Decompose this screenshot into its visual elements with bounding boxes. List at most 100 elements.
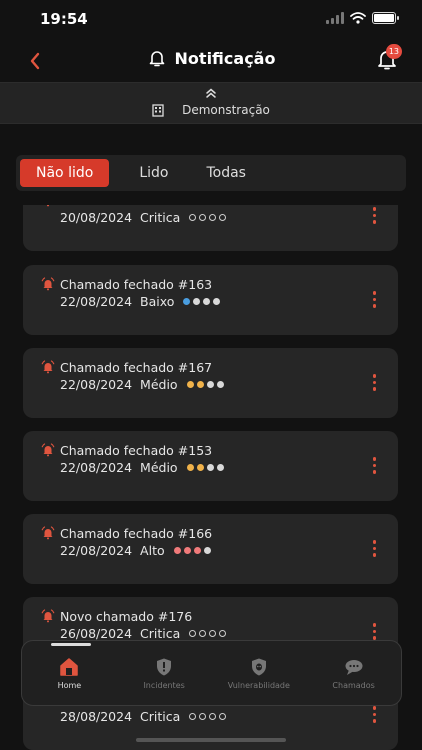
more-options-icon[interactable]: [372, 706, 376, 723]
home-icon: [60, 658, 79, 676]
nav-chamados-label: Chamados: [332, 681, 375, 690]
nav-home-label: Home: [57, 681, 82, 690]
wifi-icon: [350, 12, 366, 24]
notification-title: Chamado fechado #163: [60, 277, 213, 292]
notification-meta: 28/08/2024 Critica: [60, 709, 227, 724]
demo-selector[interactable]: Demonstração: [0, 82, 422, 124]
severity-dot: [186, 464, 194, 471]
active-tab-indicator: [51, 643, 91, 646]
double-chevron-up-icon: [206, 88, 216, 98]
severity-dot: [203, 547, 211, 554]
bell-alert-icon: [47, 205, 49, 207]
severity-dot: [209, 214, 217, 221]
nav-vulnerabilidade[interactable]: Vulnerabilidade: [212, 641, 307, 705]
nav-home[interactable]: Home: [22, 641, 117, 705]
severity-dot: [196, 381, 204, 388]
severity-dot: [219, 630, 227, 637]
nav-chamados[interactable]: Chamados: [306, 641, 401, 705]
severity-dot: [206, 381, 214, 388]
bug-icon: [251, 658, 266, 676]
bell-alert-icon: [41, 277, 55, 291]
notification-count-badge: 13: [385, 44, 402, 59]
bottom-navigation: Home Incidentes Vulnerabilidade Chamados: [21, 640, 402, 706]
notification-date: 22/08/2024: [60, 460, 133, 475]
notification-meta: 22/08/2024 Alto: [60, 543, 211, 558]
severity-dot: [209, 713, 217, 720]
more-options-icon[interactable]: [372, 374, 376, 391]
demo-row: Demonstração: [0, 103, 422, 117]
notification-title: Alarme fechado #30349: [60, 205, 213, 208]
severity-dot: [216, 381, 224, 388]
notification-card[interactable]: Chamado fechado #167 22/08/2024 Médio: [23, 348, 398, 418]
notification-card[interactable]: Chamado fechado #163 22/08/2024 Baixo: [23, 265, 398, 335]
severity-dot: [199, 630, 207, 637]
header-title-group: Notificação: [0, 48, 422, 68]
severity-dots: [173, 547, 211, 554]
page-title: Notificação: [174, 48, 276, 68]
notification-title: Chamado fechado #153: [60, 443, 213, 458]
severity-dot: [219, 713, 227, 720]
severity-dot: [173, 547, 181, 554]
severity-dot: [203, 298, 211, 305]
severity-dot: [219, 214, 227, 221]
severity-dots: [186, 381, 224, 388]
severity-dot: [199, 214, 207, 221]
severity-dot: [199, 713, 207, 720]
tab-nao-lido[interactable]: Não lido: [20, 159, 110, 187]
severity-dot: [189, 214, 197, 221]
more-options-icon[interactable]: [372, 623, 376, 640]
severity-dot: [196, 464, 204, 471]
notifications-button[interactable]: 13: [374, 44, 402, 74]
notification-meta: 22/08/2024 Médio: [60, 460, 224, 475]
severity-dot: [206, 464, 214, 471]
notification-date: 22/08/2024: [60, 294, 133, 309]
bell-alert-icon: [41, 443, 55, 457]
notification-card[interactable]: Chamado fechado #153 22/08/2024 Médio: [23, 431, 398, 501]
tab-todas[interactable]: Todas: [190, 159, 262, 187]
notification-card[interactable]: Chamado fechado #166 22/08/2024 Alto: [23, 514, 398, 584]
filter-tabs: Não lido Lido Todas: [16, 155, 406, 191]
status-time: 19:54: [40, 10, 88, 28]
building-icon: [152, 103, 164, 117]
severity-label: Critica: [140, 626, 181, 641]
tab-lido[interactable]: Lido: [109, 159, 190, 187]
more-options-icon[interactable]: [372, 207, 376, 224]
notification-title: Chamado fechado #167: [60, 360, 213, 375]
notification-title: Chamado fechado #166: [60, 526, 213, 541]
nav-incidentes-label: Incidentes: [143, 681, 185, 690]
notification-card[interactable]: Alarme fechado #30349 20/08/2024 Critica: [23, 205, 398, 251]
notification-date: 20/08/2024: [60, 210, 133, 225]
shield-icon: [157, 658, 172, 676]
bell-icon: [149, 51, 164, 67]
severity-dot: [216, 464, 224, 471]
notification-date: 28/08/2024: [60, 709, 133, 724]
notification-date: 22/08/2024: [60, 377, 133, 392]
more-options-icon[interactable]: [372, 540, 376, 557]
severity-dot: [213, 298, 221, 305]
severity-dots: [189, 630, 227, 637]
more-options-icon[interactable]: [372, 457, 376, 474]
severity-dot: [193, 298, 201, 305]
notification-meta: 20/08/2024 Critica: [60, 210, 227, 225]
nav-vulnerabilidade-label: Vulnerabilidade: [227, 681, 290, 690]
severity-dots: [183, 298, 221, 305]
bell-alert-icon: [41, 609, 55, 623]
signal-icon: [326, 12, 344, 24]
nav-incidentes[interactable]: Incidentes: [117, 641, 212, 705]
notification-meta: 22/08/2024 Baixo: [60, 294, 221, 309]
severity-label: Médio: [140, 377, 178, 392]
severity-dots: [189, 713, 227, 720]
severity-label: Critica: [140, 210, 181, 225]
notification-date: 26/08/2024: [60, 626, 133, 641]
notification-date: 22/08/2024: [60, 543, 133, 558]
severity-dot: [183, 547, 191, 554]
severity-dots: [189, 214, 227, 221]
status-bar: 19:54: [0, 0, 422, 40]
bell-alert-icon: [41, 360, 55, 374]
more-options-icon[interactable]: [372, 291, 376, 308]
severity-label: Médio: [140, 460, 178, 475]
status-icons: [326, 12, 399, 24]
severity-label: Critica: [140, 709, 181, 724]
bell-alert-icon: [41, 526, 55, 540]
severity-dot: [183, 298, 191, 305]
